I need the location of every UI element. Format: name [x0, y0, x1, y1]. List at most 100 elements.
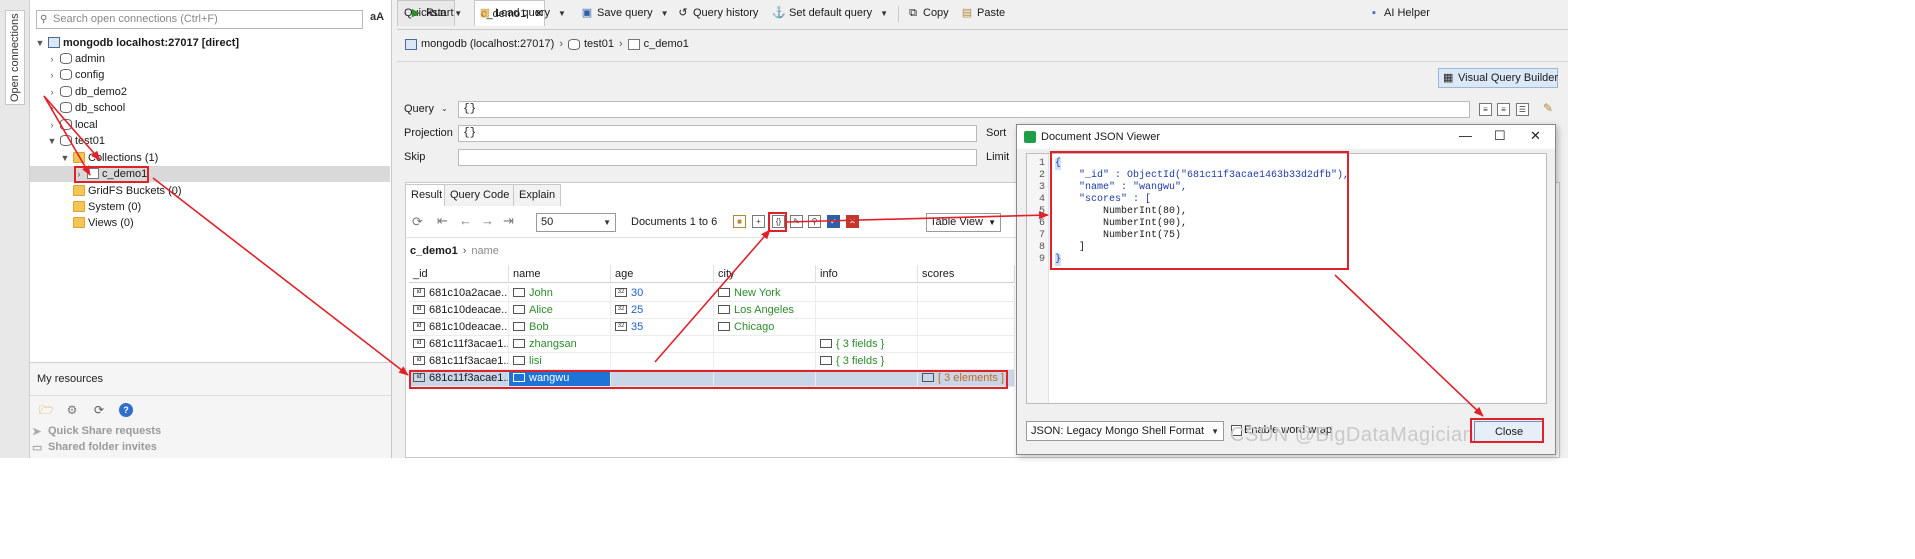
ai-helper-button[interactable]: ▪ AI Helper — [1367, 4, 1430, 22]
chevron-down-icon[interactable]: ▼ — [46, 133, 58, 149]
case-sensitive-toggle[interactable]: aA — [370, 11, 384, 23]
table-cell-id[interactable]: id 681c11f3acae1... — [409, 336, 509, 353]
table-cell-name[interactable]: Alice — [509, 302, 611, 319]
last-page-icon[interactable]: ⇥ — [503, 213, 514, 229]
copy-button[interactable]: ⧉ Copy — [906, 4, 949, 22]
table-cell-scores[interactable] — [918, 302, 1015, 319]
table-cell-id[interactable]: id 681c10a2acae... — [409, 285, 509, 302]
chevron-right-icon[interactable]: › — [46, 51, 58, 67]
table-cell-city[interactable]: Chicago — [714, 319, 816, 336]
table-cell-age[interactable]: 32 25 — [611, 302, 714, 319]
table-cell-info[interactable]: { 3 fields } — [816, 336, 918, 353]
table-cell-info[interactable] — [816, 319, 918, 336]
chevron-right-icon[interactable]: › — [46, 100, 58, 116]
table-cell-city[interactable]: Los Angeles — [714, 302, 816, 319]
table-cell-id[interactable]: id 681c10deacae... — [409, 319, 509, 336]
table-cell-scores[interactable] — [918, 285, 1015, 302]
tab-explain[interactable]: Explain — [513, 184, 562, 206]
load-query-button[interactable]: ▩ Load query ▼ — [478, 4, 566, 22]
search-input[interactable]: ⚲ Search open connections (Ctrl+F) — [36, 10, 363, 29]
column-header-age[interactable]: age — [611, 265, 714, 283]
tree-db-admin[interactable]: › admin — [46, 51, 105, 67]
close-icon[interactable]: ✕ — [1530, 128, 1541, 144]
refresh-icon[interactable]: ⟳ — [92, 403, 106, 417]
table-cell-id[interactable]: id 681c10deacae... — [409, 302, 509, 319]
chevron-down-icon[interactable]: ▼ — [59, 150, 71, 166]
tree-views-folder[interactable]: Views (0) — [71, 215, 134, 231]
table-cell-scores[interactable] — [918, 336, 1015, 353]
breadcrumb-collection[interactable]: c_demo1 — [644, 38, 689, 50]
format-select[interactable]: JSON: Legacy Mongo Shell Format ▼ — [1026, 421, 1224, 441]
table-cell-city[interactable] — [714, 336, 816, 353]
table-cell-city[interactable]: New York — [714, 285, 816, 302]
tree-system-folder[interactable]: System (0) — [71, 199, 141, 215]
table-cell-id[interactable]: id 681c11f3acae1... — [409, 353, 509, 370]
table-cell-scores[interactable] — [918, 319, 1015, 336]
tree-collections-folder[interactable]: ▼ Collections (1) — [59, 150, 158, 166]
first-page-icon[interactable]: ⇤ — [437, 213, 448, 229]
minimize-icon[interactable]: — — [1459, 128, 1472, 143]
chevron-down-icon[interactable]: ▼ — [880, 9, 888, 18]
chevron-right-icon[interactable]: › — [46, 84, 58, 100]
table-cell-name[interactable]: zhangsan — [509, 336, 611, 353]
tree-db-db_school[interactable]: › db_school — [46, 100, 125, 116]
table-cell-name[interactable]: John — [509, 285, 611, 302]
chevron-down-icon[interactable]: ▼ — [34, 35, 46, 51]
chevron-down-icon[interactable]: ▼ — [661, 9, 669, 18]
validate-icon[interactable]: ≡ — [1497, 103, 1510, 116]
shared-folder-invites[interactable]: ▭ Shared folder invites — [32, 441, 157, 454]
help-icon[interactable]: ? — [119, 403, 133, 417]
column-header-name[interactable]: name — [509, 265, 611, 283]
query-history-button[interactable]: ↺ Query history — [676, 4, 758, 22]
breadcrumb-connection[interactable]: mongodb (localhost:27017) — [421, 38, 554, 50]
table-cell-name[interactable]: lisi — [509, 353, 611, 370]
options-icon[interactable]: ☰ — [1516, 103, 1529, 116]
projection-input[interactable]: {} — [458, 125, 977, 142]
paste-button[interactable]: ▤ Paste — [960, 4, 1005, 22]
open-connections-tab[interactable]: Open connections — [5, 10, 25, 105]
chevron-down-icon[interactable]: ▼ — [454, 9, 462, 18]
table-cell-info[interactable]: { 3 fields } — [816, 353, 918, 370]
run-button[interactable]: ▶ Run ▼ — [409, 4, 462, 22]
add-document-icon[interactable]: + — [752, 215, 765, 228]
visual-query-builder-button[interactable]: ▦ Visual Query Builder — [1438, 68, 1558, 88]
table-cell-age[interactable]: 32 30 — [611, 285, 714, 302]
column-header-scores[interactable]: scores — [918, 265, 1015, 283]
maximize-icon[interactable]: ☐ — [1494, 128, 1506, 144]
table-cell-info[interactable] — [816, 302, 918, 319]
chevron-right-icon[interactable]: › — [46, 117, 58, 133]
breadcrumb-database[interactable]: test01 — [584, 38, 614, 50]
chevron-down-icon[interactable]: ⌄ — [441, 104, 448, 113]
tree-db-local[interactable]: › local — [46, 117, 98, 133]
edit-document-icon[interactable]: ✎ — [790, 215, 803, 228]
tree-gridfs-buckets[interactable]: GridFS Buckets (0) — [71, 183, 182, 199]
column-header-info[interactable]: info — [816, 265, 918, 283]
column-header-id[interactable]: _id — [409, 265, 509, 283]
tree-db-test01[interactable]: ▼ test01 — [46, 133, 105, 149]
table-cell-city[interactable] — [714, 353, 816, 370]
column-header-city[interactable]: city — [714, 265, 816, 283]
quick-share-requests[interactable]: ➤ Quick Share requests — [32, 425, 161, 438]
tab-query-code[interactable]: Query Code — [444, 184, 516, 206]
view-mode-select[interactable]: Table View ▼ — [926, 213, 1001, 232]
tree-server-node[interactable]: ▼ mongodb localhost:27017 [direct] — [34, 35, 239, 51]
table-cell-name[interactable]: Bob — [509, 319, 611, 336]
format-icon[interactable]: ≡ — [1479, 103, 1492, 116]
lock-icon[interactable]: ■ — [733, 215, 746, 228]
add-folder-icon[interactable]: 🗁 — [39, 403, 54, 417]
refresh-icon[interactable]: ⟳ — [412, 214, 423, 230]
skip-input[interactable] — [458, 149, 977, 166]
export-icon[interactable]: ✓ — [827, 215, 840, 228]
search-document-icon[interactable]: ⚲ — [808, 215, 821, 228]
chevron-right-icon[interactable]: › — [46, 67, 58, 83]
tree-db-db_demo2[interactable]: › db_demo2 — [46, 84, 127, 100]
previous-page-icon[interactable]: ← — [459, 213, 472, 228]
brush-icon[interactable]: ✎ — [1543, 101, 1553, 115]
delete-icon[interactable]: ✕ — [846, 215, 859, 228]
query-input[interactable]: {} — [458, 101, 1470, 118]
settings-icon[interactable]: ⚙ — [65, 403, 79, 417]
save-query-button[interactable]: ▣ Save query ▼ — [580, 4, 669, 22]
table-cell-age[interactable]: 32 35 — [611, 319, 714, 336]
table-cell-age[interactable] — [611, 353, 714, 370]
next-page-icon[interactable]: → — [481, 213, 494, 228]
